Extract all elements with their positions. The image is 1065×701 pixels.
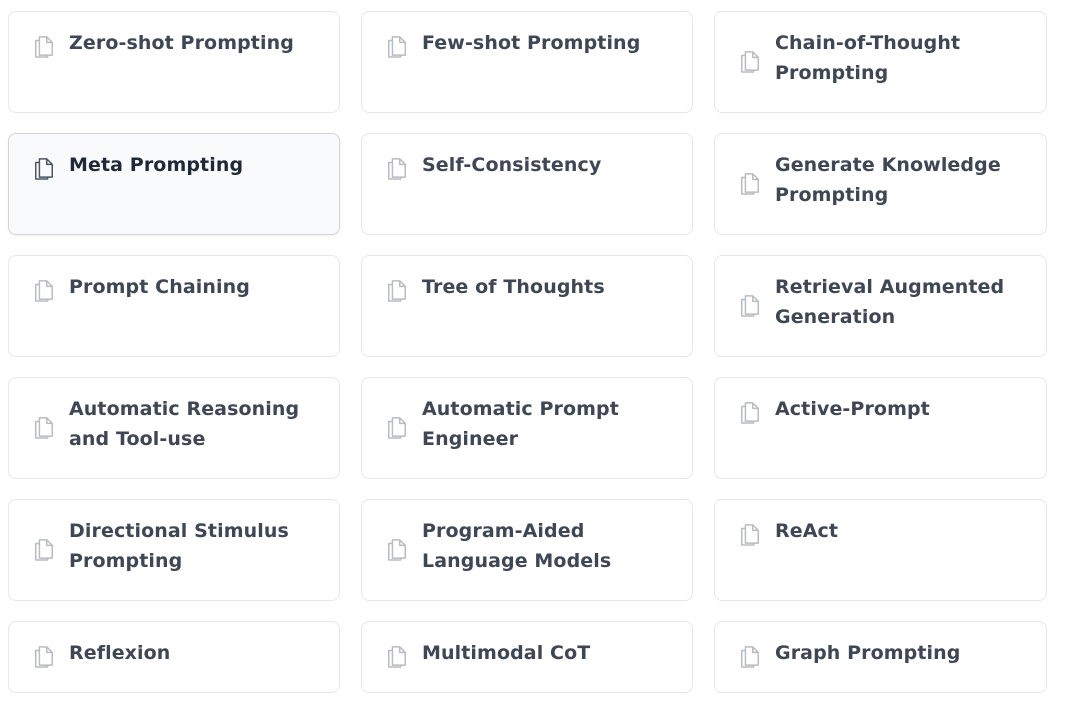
document-copy-icon xyxy=(386,155,408,181)
document-copy-icon xyxy=(386,33,408,59)
card-title: Few-shot Prompting xyxy=(422,32,641,54)
card-title: Generate Knowledge Prompting xyxy=(775,154,1001,206)
card-tree-of-thoughts[interactable]: Tree of Thoughts xyxy=(361,255,693,357)
document-copy-icon xyxy=(386,643,408,669)
card-title: Prompt Chaining xyxy=(69,276,250,298)
document-copy-icon xyxy=(739,399,761,425)
document-copy-icon xyxy=(386,277,408,303)
card-title: Directional Stimulus Prompting xyxy=(69,520,289,572)
card-title: Meta Prompting xyxy=(69,154,244,176)
card-title: Retrieval Augmented Generation xyxy=(775,276,1005,328)
card-automatic-prompt-engineer[interactable]: Automatic Prompt Engineer xyxy=(361,377,693,479)
card-multimodal-cot[interactable]: Multimodal CoT xyxy=(361,621,693,693)
card-prompt-chaining[interactable]: Prompt Chaining xyxy=(8,255,340,357)
document-copy-icon xyxy=(33,643,55,669)
document-copy-icon xyxy=(739,521,761,547)
card-graph-prompting[interactable]: Graph Prompting xyxy=(714,621,1047,693)
card-active-prompt[interactable]: Active-Prompt xyxy=(714,377,1047,479)
card-title: ReAct xyxy=(775,520,839,542)
document-copy-icon xyxy=(739,170,761,196)
card-few-shot-prompting[interactable]: Few-shot Prompting xyxy=(361,11,693,113)
card-title: Zero-shot Prompting xyxy=(69,32,294,54)
card-zero-shot-prompting[interactable]: Zero-shot Prompting xyxy=(8,11,340,113)
document-copy-icon xyxy=(33,536,55,562)
card-generate-knowledge-prompting[interactable]: Generate Knowledge Prompting xyxy=(714,133,1047,235)
card-title: Tree of Thoughts xyxy=(422,276,605,298)
document-copy-icon xyxy=(33,277,55,303)
card-meta-prompting[interactable]: Meta Prompting xyxy=(8,133,340,235)
card-title: Self-Consistency xyxy=(422,154,602,176)
card-program-aided-language-models[interactable]: Program-Aided Language Models xyxy=(361,499,693,601)
document-copy-icon xyxy=(33,33,55,59)
card-directional-stimulus-prompting[interactable]: Directional Stimulus Prompting xyxy=(8,499,340,601)
card-reflexion[interactable]: Reflexion xyxy=(8,621,340,693)
document-copy-icon xyxy=(33,414,55,440)
card-title: Multimodal CoT xyxy=(422,642,591,664)
card-retrieval-augmented-generation[interactable]: Retrieval Augmented Generation xyxy=(714,255,1047,357)
document-copy-icon xyxy=(386,536,408,562)
card-self-consistency[interactable]: Self-Consistency xyxy=(361,133,693,235)
document-copy-icon xyxy=(739,292,761,318)
card-automatic-reasoning-and-tool-use[interactable]: Automatic Reasoning and Tool-use xyxy=(8,377,340,479)
document-copy-icon xyxy=(386,414,408,440)
document-copy-icon xyxy=(33,155,55,181)
card-react[interactable]: ReAct xyxy=(714,499,1047,601)
card-title: Active-Prompt xyxy=(775,398,930,420)
card-chain-of-thought-prompting[interactable]: Chain-of-Thought Prompting xyxy=(714,11,1047,113)
card-title: Reflexion xyxy=(69,642,171,664)
card-title: Graph Prompting xyxy=(775,642,961,664)
card-title: Automatic Prompt Engineer xyxy=(422,398,619,450)
card-title: Chain-of-Thought Prompting xyxy=(775,32,961,84)
document-copy-icon xyxy=(739,643,761,669)
card-title: Automatic Reasoning and Tool-use xyxy=(69,398,300,450)
card-title: Program-Aided Language Models xyxy=(422,520,612,572)
prompting-techniques-grid: Zero-shot Prompting Few-shot Prompting C… xyxy=(8,11,1047,693)
document-copy-icon xyxy=(739,48,761,74)
